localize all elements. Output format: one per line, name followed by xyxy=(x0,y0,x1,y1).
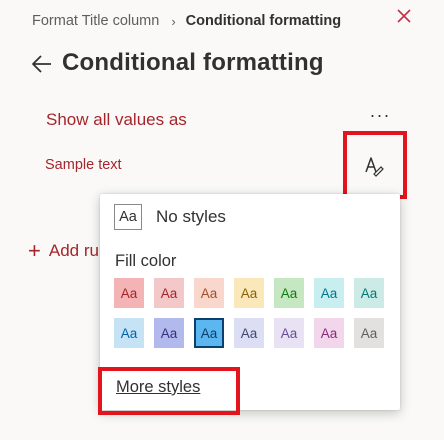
plus-icon: + xyxy=(28,238,41,263)
fill-color-swatches: Aa Aa Aa Aa Aa Aa Aa Aa Aa Aa Aa Aa Aa Aa xyxy=(114,278,384,348)
breadcrumb-current: Conditional formatting xyxy=(185,13,342,29)
color-swatch[interactable]: Aa xyxy=(234,278,264,308)
color-swatch[interactable]: Aa xyxy=(114,278,144,308)
breadcrumb-separator-icon: › xyxy=(171,13,176,29)
breadcrumb: Format Title column › Conditional format… xyxy=(32,13,341,29)
color-swatch[interactable]: Aa xyxy=(234,318,264,348)
color-swatch[interactable]: Aa xyxy=(354,278,384,308)
no-style-aa-icon: Aa xyxy=(114,204,142,230)
close-button[interactable] xyxy=(392,4,416,28)
color-swatch[interactable]: Aa xyxy=(194,318,224,348)
color-swatch[interactable]: Aa xyxy=(314,278,344,308)
fill-color-label: Fill color xyxy=(115,252,177,270)
add-rule-label: Add ru xyxy=(48,241,99,260)
color-swatch[interactable]: Aa xyxy=(274,278,304,308)
show-values-as-label[interactable]: Show all values as xyxy=(46,110,187,130)
no-styles-label: No styles xyxy=(156,207,226,226)
color-swatch[interactable]: Aa xyxy=(274,318,304,348)
color-swatch[interactable]: Aa xyxy=(314,318,344,348)
back-arrow-icon xyxy=(32,55,51,73)
more-options-button[interactable]: ··· xyxy=(366,106,394,128)
sample-text: Sample text xyxy=(45,157,122,173)
color-swatch[interactable]: Aa xyxy=(114,318,144,348)
breadcrumb-parent[interactable]: Format Title column xyxy=(32,13,159,29)
color-swatch[interactable]: Aa xyxy=(354,318,384,348)
color-swatch[interactable]: Aa xyxy=(154,318,184,348)
add-rule-button[interactable]: + Add ru xyxy=(28,238,99,263)
no-styles-option[interactable]: Aa No styles xyxy=(114,204,226,230)
close-icon xyxy=(397,9,411,23)
color-swatch[interactable]: Aa xyxy=(154,278,184,308)
more-styles-highlight xyxy=(98,367,240,415)
color-swatch[interactable]: Aa xyxy=(194,278,224,308)
page-title: Conditional formatting xyxy=(62,49,324,76)
back-button[interactable] xyxy=(30,52,54,76)
style-button-highlight xyxy=(343,131,407,199)
